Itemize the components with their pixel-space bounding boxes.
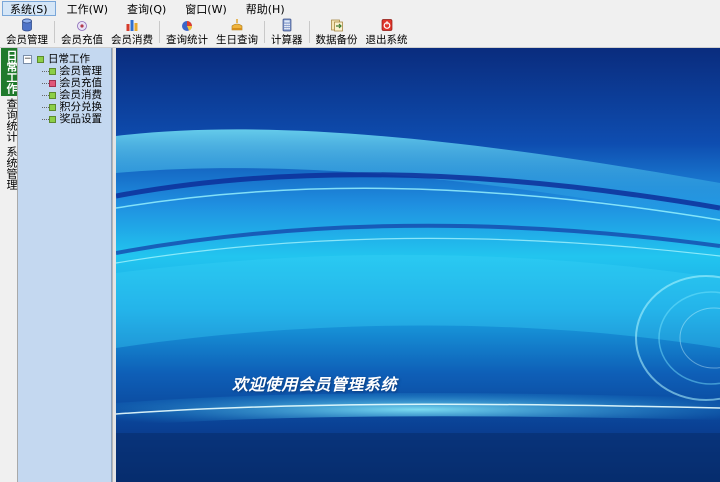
tab-query-stats[interactable]: 查询统计: [1, 96, 18, 144]
menu-system[interactable]: 系统(S): [2, 1, 56, 16]
calculator-button[interactable]: 计算器: [267, 17, 307, 47]
calculator-label: 计算器: [271, 34, 303, 46]
backup-icon: [330, 19, 343, 32]
data-backup-button[interactable]: 数据备份: [312, 17, 362, 47]
tree-node-member-consume[interactable]: 会员消费: [18, 89, 111, 101]
member-manage-label: 会员管理: [6, 34, 48, 46]
tree-node-label: 会员充值: [60, 77, 102, 89]
bar-chart-icon: [126, 20, 138, 31]
navigation-tabs: 日常工作 查询统计 系统管理: [0, 48, 18, 482]
tree-node-prize-settings[interactable]: 奖品设置: [18, 113, 111, 125]
exit-icon: [381, 19, 392, 31]
welcome-message: 欢迎使用会员管理系统: [232, 375, 398, 394]
exit-system-label: 退出系统: [365, 34, 408, 46]
tree-node-points-exchange[interactable]: 积分兑换: [18, 101, 111, 113]
disc-icon: [77, 21, 87, 31]
tree-node-label: 日常工作: [48, 53, 90, 65]
calculator-icon: [282, 18, 292, 32]
menu-work[interactable]: 工作(W): [59, 1, 116, 16]
member-consume-button[interactable]: 会员消费: [107, 17, 157, 47]
tree-node-daily-work[interactable]: − 日常工作: [18, 53, 111, 65]
node-icon: [49, 103, 56, 111]
member-manage-button[interactable]: 会员管理: [2, 17, 52, 47]
node-icon: [49, 67, 56, 75]
welcome-banner: 欢迎使用会员管理系统: [116, 48, 720, 482]
birthday-query-label: 生日查询: [216, 34, 258, 46]
toolbar-separator: [54, 21, 55, 43]
banner-background-art: [116, 129, 720, 482]
tree-node-label: 会员消费: [60, 89, 102, 101]
pie-chart-icon: [182, 21, 193, 31]
menu-window[interactable]: 窗口(W): [177, 1, 234, 16]
database-icon: [22, 18, 32, 32]
menu-bar: 系统(S) 工作(W) 查询(Q) 窗口(W) 帮助(H): [0, 0, 720, 17]
tree-node-label: 积分兑换: [60, 101, 102, 113]
query-stats-label: 查询统计: [166, 34, 208, 46]
data-backup-label: 数据备份: [315, 34, 358, 46]
menu-help[interactable]: 帮助(H): [238, 1, 293, 16]
member-recharge-label: 会员充值: [61, 34, 103, 46]
exit-system-button[interactable]: 退出系统: [362, 17, 412, 47]
member-recharge-button[interactable]: 会员充值: [57, 17, 107, 47]
toolbar-separator: [264, 21, 265, 43]
collapse-icon[interactable]: −: [23, 54, 32, 64]
member-consume-label: 会员消费: [111, 34, 153, 46]
node-icon: [49, 79, 56, 87]
birthday-query-button[interactable]: 生日查询: [212, 17, 262, 47]
tree-node-member-recharge[interactable]: 会员充值: [18, 77, 111, 89]
tree-node-label: 奖品设置: [60, 113, 102, 125]
cake-icon: [231, 19, 243, 31]
query-stats-button[interactable]: 查询统计: [162, 17, 212, 47]
toolbar-separator: [159, 21, 160, 43]
node-icon: [49, 91, 56, 99]
toolbar: 会员管理 会员充值 会员消费 查询统计 生日查询 计算器 数据备份 退出系统: [0, 17, 720, 48]
tab-system-manage[interactable]: 系统管理: [1, 144, 18, 192]
menu-query[interactable]: 查询(Q): [119, 1, 174, 16]
tab-daily-work[interactable]: 日常工作: [1, 48, 18, 96]
navigation-tree: − 日常工作 会员管理 会员充值 会员消费 积分兑换 奖品设置: [18, 48, 112, 482]
tree-node-member-manage[interactable]: 会员管理: [18, 65, 111, 77]
node-icon: [49, 115, 56, 123]
tree-node-label: 会员管理: [60, 65, 102, 77]
toolbar-separator: [308, 21, 310, 43]
node-icon: [37, 55, 44, 63]
